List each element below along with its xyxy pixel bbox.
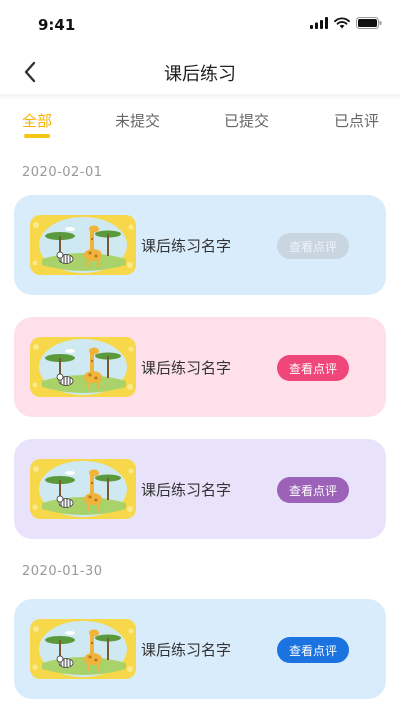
exercise-name: 课后练习名字 [141,359,232,377]
safari-illustration [30,619,136,679]
view-review-button[interactable]: 查看点评 [277,233,349,259]
status-bar: 9:41 [0,0,400,50]
tab-reviewed[interactable]: 已点评 [334,110,379,131]
exercise-name: 课后练习名字 [141,641,232,659]
exercise-card[interactable]: 课后练习名字 查看点评 [14,317,386,417]
exercise-card[interactable]: 课后练习名字 查看点评 [14,195,386,295]
wifi-icon [334,17,350,29]
exercise-thumbnail [30,459,136,519]
exercise-name: 课后练习名字 [141,481,232,499]
filter-tabs: 全部 未提交 已提交 已点评 [0,110,400,140]
active-tab-indicator [24,134,50,138]
tab-not-submitted[interactable]: 未提交 [115,110,160,131]
tab-submitted[interactable]: 已提交 [224,110,269,131]
exercise-thumbnail [30,619,136,679]
safari-illustration [30,215,136,275]
view-review-button[interactable]: 查看点评 [277,637,349,663]
signal-icon [310,17,328,29]
exercise-thumbnail [30,215,136,275]
battery-icon [356,17,382,29]
section-date: 2020-02-01 [22,165,103,180]
exercise-thumbnail [30,337,136,397]
section-date: 2020-01-30 [22,564,103,579]
nav-divider [0,94,400,100]
status-icons [310,17,382,29]
safari-illustration [30,337,136,397]
nav-bar: 课后练习 [0,50,400,94]
page-title: 课后练习 [164,64,236,85]
view-review-button[interactable]: 查看点评 [277,355,349,381]
exercise-name: 课后练习名字 [141,237,232,255]
exercise-card[interactable]: 课后练习名字 查看点评 [14,439,386,539]
tab-all[interactable]: 全部 [22,110,52,131]
view-review-button[interactable]: 查看点评 [277,477,349,503]
status-time: 9:41 [38,16,76,34]
exercise-card[interactable]: 课后练习名字 查看点评 [14,599,386,699]
safari-illustration [30,459,136,519]
